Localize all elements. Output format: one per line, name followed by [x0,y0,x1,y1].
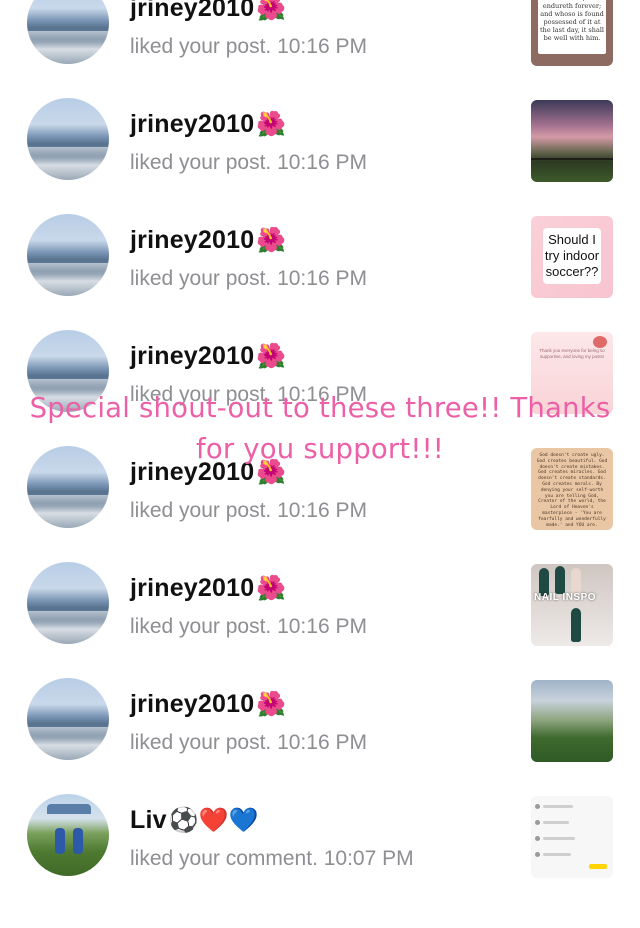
notification-row[interactable]: jriney2010🌺 liked your post. 10:16 PM Ch… [0,0,640,116]
post-thumbnail[interactable]: Should I try indoor soccer?? [531,216,613,298]
thumbnail-caption: NAIL INSPO [534,592,597,603]
thumbnail-quote: Charity is the pure love of Christ, and … [538,0,606,54]
post-thumbnail[interactable] [531,680,613,762]
hibiscus-emoji: 🌺 [256,342,287,370]
hibiscus-emoji: 🌺 [256,690,287,718]
notification-row[interactable]: jriney2010🌺 liked your post. 10:16 PM NA… [0,562,640,696]
thumbnail-caption: Should I try indoor soccer?? [543,228,601,284]
post-thumbnail[interactable] [531,100,613,182]
avatar[interactable] [27,562,109,644]
username[interactable]: jriney2010🌺 [130,226,286,255]
hibiscus-emoji: 🌺 [256,226,287,254]
notification-row[interactable]: jriney2010🌺 liked your post. 10:16 PM [0,98,640,232]
avatar[interactable] [27,0,109,64]
notification-row[interactable]: jriney2010🌺 liked your post. 10:16 PM [0,678,640,812]
shoutout-overlay-text: Special shout-out to these three!! Thank… [0,388,640,470]
username[interactable]: jriney2010🌺 [130,110,286,139]
hibiscus-emoji: 🌺 [256,110,287,138]
notification-text: liked your post. 10:16 PM [130,731,367,754]
notification-text: liked your post. 10:16 PM [130,267,367,290]
username[interactable]: Liv⚽❤️💙 [130,806,259,835]
avatar[interactable] [27,98,109,180]
notification-row[interactable]: jriney2010🌺 liked your post. 10:16 PM Sh… [0,214,640,348]
avatar[interactable] [27,214,109,296]
notification-row[interactable]: jriney2010🌺 liked your post. 10:16 PM Go… [0,446,640,580]
hibiscus-emoji: 🌺 [256,574,287,602]
overlay-line-1: Special shout-out to these three!! Thank… [29,392,611,424]
notification-text: liked your post. 10:16 PM [130,615,367,638]
avatar[interactable] [27,794,109,876]
notification-text: liked your post. 10:16 PM [130,499,367,522]
username[interactable]: jriney2010🌺 [130,342,286,371]
username[interactable]: jriney2010🌺 [130,574,286,603]
notification-row[interactable]: Liv⚽❤️💙 liked your comment. 10:07 PM [0,794,640,928]
hibiscus-emoji: 🌺 [256,0,287,22]
thumbnail-caption: Thank you everyone for being so supporti… [539,348,605,359]
soccer-heart-emoji: ⚽❤️💙 [168,806,259,834]
notification-text: liked your post. 10:16 PM [130,35,367,58]
notification-text: liked your post. 10:16 PM [130,151,367,174]
post-thumbnail[interactable]: NAIL INSPO [531,564,613,646]
comment-thumbnail[interactable] [531,796,613,878]
post-thumbnail[interactable]: Charity is the pure love of Christ, and … [531,0,613,66]
notification-text: liked your comment. 10:07 PM [130,847,414,870]
avatar[interactable] [27,678,109,760]
username[interactable]: jriney2010🌺 [130,0,286,23]
overlay-line-2: for you support!!! [195,433,445,465]
username[interactable]: jriney2010🌺 [130,690,286,719]
